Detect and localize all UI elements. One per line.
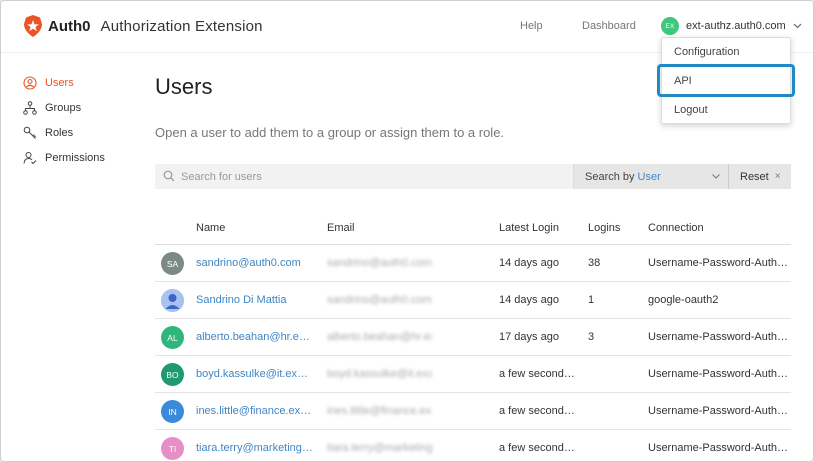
menu-item-configuration[interactable]: Configuration <box>674 46 739 58</box>
latest-login: a few seconds ago <box>499 405 579 417</box>
latest-login: a few seconds ago <box>499 368 579 380</box>
sidebar-item-permissions[interactable]: Permissions <box>23 149 105 167</box>
permissions-icon <box>23 152 37 165</box>
avatar: BO <box>161 363 184 386</box>
user-icon <box>23 76 37 90</box>
connection: Username-Password-Authentication <box>648 257 788 269</box>
app-title: Authorization Extension <box>100 17 263 35</box>
search-input[interactable] <box>155 164 573 189</box>
user-avatar: EX <box>661 17 679 35</box>
connection: google-oauth2 <box>648 294 719 306</box>
user-menu[interactable]: EX ext-authz.auth0.com <box>661 17 802 35</box>
users-table: Name Email Latest Login Logins Connectio… <box>155 213 791 461</box>
user-email: sandrino@auth0.com <box>327 294 432 306</box>
user-name-link[interactable]: Sandrino Di Mattia <box>196 294 314 306</box>
sidebar-item-groups[interactable]: Groups <box>23 99 81 117</box>
close-icon: × <box>774 171 781 182</box>
connection: Username-Password-Authentication <box>648 368 788 380</box>
table-header: Name Email Latest Login Logins Connectio… <box>155 213 791 245</box>
search-bar: Search by User Reset × <box>155 164 791 189</box>
roles-icon <box>23 126 37 139</box>
login-count: 38 <box>588 257 601 269</box>
page-description: Open a user to add them to a group or as… <box>155 125 505 140</box>
user-email: sandrino@auth0.com <box>327 257 432 269</box>
column-header-logins[interactable]: Logins <box>588 222 620 234</box>
user-email: alberto.beahan@hr.example.com <box>327 331 432 343</box>
user-name: ext-authz.auth0.com <box>686 20 786 32</box>
column-header-latest-login[interactable]: Latest Login <box>499 222 559 234</box>
nav-dashboard-link[interactable]: Dashboard <box>582 20 636 32</box>
avatar: TI <box>161 437 184 460</box>
table-row[interactable]: Sandrino Di Mattia sandrino@auth0.com 14… <box>155 282 791 319</box>
avatar: SA <box>161 252 184 275</box>
user-email: ines.little@finance.example.com <box>327 405 432 417</box>
login-count: 1 <box>588 294 595 306</box>
user-name-link[interactable]: boyd.kassulke@it.example.com <box>196 368 314 380</box>
sidebar-item-label: Permissions <box>45 152 105 164</box>
user-email: boyd.kassulke@it.example.com <box>327 368 432 380</box>
column-header-name[interactable]: Name <box>196 222 225 234</box>
table-row[interactable]: SA sandrino@auth0.com sandrino@auth0.com… <box>155 245 791 282</box>
person-silhouette-icon <box>161 289 184 312</box>
groups-icon <box>23 101 37 115</box>
api-highlight-box <box>657 64 795 97</box>
latest-login: 14 days ago <box>499 294 559 306</box>
user-name-link[interactable]: alberto.beahan@hr.example.com <box>196 331 314 343</box>
user-name-link[interactable]: sandrino@auth0.com <box>196 257 314 269</box>
connection: Username-Password-Authentication <box>648 331 788 343</box>
search-by-value: User <box>637 170 661 183</box>
brand-name: Auth0 <box>48 17 91 35</box>
avatar <box>161 289 184 312</box>
reset-button[interactable]: Reset × <box>728 164 791 189</box>
sidebar-item-users[interactable]: Users <box>23 74 74 92</box>
connection: Username-Password-Authentication <box>648 405 788 417</box>
table-row[interactable]: IN ines.little@finance.example.com ines.… <box>155 393 791 430</box>
sidebar-item-label: Groups <box>45 102 82 114</box>
user-name-link[interactable]: ines.little@finance.example.com <box>196 405 314 417</box>
sidebar-item-label: Roles <box>45 127 74 139</box>
column-header-email[interactable]: Email <box>327 222 355 234</box>
login-count: 3 <box>588 331 595 343</box>
column-header-connection[interactable]: Connection <box>648 222 704 234</box>
chevron-down-icon <box>793 23 802 29</box>
sidebar-item-roles[interactable]: Roles <box>23 124 73 142</box>
user-email: tiara.terry@marketing.example.com <box>327 442 432 454</box>
chevron-down-icon <box>712 174 720 179</box>
avatar: AL <box>161 326 184 349</box>
latest-login: a few seconds ago <box>499 442 579 454</box>
search-by-select[interactable]: Search by User <box>573 164 728 189</box>
reset-label: Reset <box>740 170 769 183</box>
table-row[interactable]: TI tiara.terry@marketing.example.com tia… <box>155 430 791 461</box>
search-icon <box>163 170 175 182</box>
avatar: IN <box>161 400 184 423</box>
connection: Username-Password-Authentication <box>648 442 788 454</box>
page-title: Users <box>155 74 213 99</box>
app-window: Auth0 Authorization Extension Help Dashb… <box>0 0 814 462</box>
menu-item-logout[interactable]: Logout <box>674 104 708 116</box>
table-row[interactable]: BO boyd.kassulke@it.example.com boyd.kas… <box>155 356 791 393</box>
latest-login: 14 days ago <box>499 257 559 269</box>
sidebar-item-label: Users <box>45 77 74 89</box>
nav-help-link[interactable]: Help <box>520 20 543 32</box>
brand[interactable]: Auth0 Authorization Extension <box>23 15 263 37</box>
auth0-logo-icon <box>24 15 42 37</box>
search-field <box>155 164 573 189</box>
table-row[interactable]: AL alberto.beahan@hr.example.com alberto… <box>155 319 791 356</box>
search-by-prefix: Search by <box>585 170 635 183</box>
latest-login: 17 days ago <box>499 331 559 343</box>
user-name-link[interactable]: tiara.terry@marketing.example.com <box>196 442 314 454</box>
